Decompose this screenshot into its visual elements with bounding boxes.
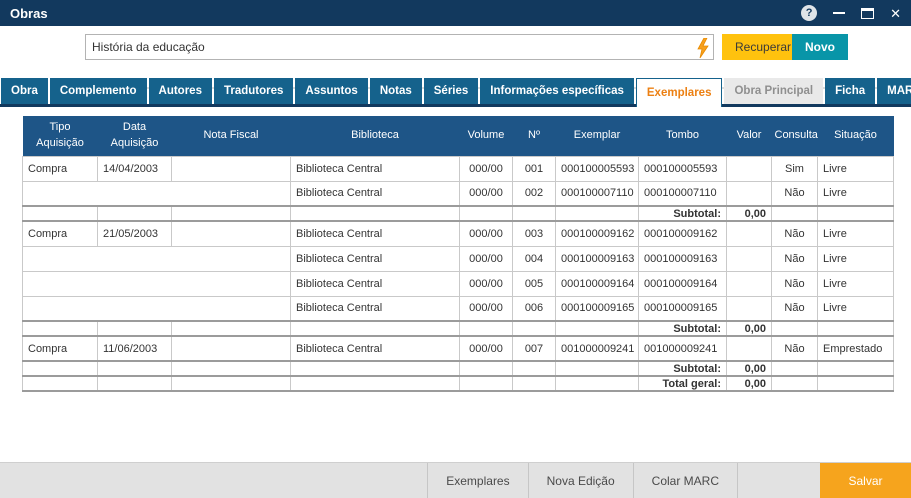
subtotal-value: 0,00 xyxy=(727,361,772,376)
tab-obra[interactable]: Obra xyxy=(1,78,48,104)
table-row[interactable]: Compra 11/06/2003 Biblioteca Central 000… xyxy=(23,336,894,361)
salvar-button[interactable]: Salvar xyxy=(820,463,911,498)
subtotal-value: 0,00 xyxy=(727,206,772,221)
table-row[interactable]: Biblioteca Central 000/00 004 0001000091… xyxy=(23,246,894,271)
tab-tradutores[interactable]: Tradutores xyxy=(214,78,293,104)
novo-button[interactable]: Novo xyxy=(792,34,848,60)
column-header-situacao: Situação xyxy=(818,116,894,156)
total-geral-label: Total geral: xyxy=(639,376,727,391)
lightning-icon[interactable] xyxy=(696,38,710,58)
tab-autores[interactable]: Autores xyxy=(149,78,212,104)
search-box xyxy=(85,34,714,60)
subtotal-label: Subtotal: xyxy=(639,361,727,376)
column-header-biblioteca: Biblioteca xyxy=(291,116,460,156)
maximize-icon[interactable] xyxy=(861,8,874,19)
tab-exemplares[interactable]: Exemplares xyxy=(636,78,723,107)
tab-complemento[interactable]: Complemento xyxy=(50,78,147,104)
subtotal-row: Subtotal: 0,00 xyxy=(23,321,894,336)
titlebar: Obras ? ✕ xyxy=(0,0,911,26)
tab-marc[interactable]: MARC xyxy=(877,78,911,104)
total-geral-row: Total geral: 0,00 xyxy=(23,376,894,391)
subtotal-label: Subtotal: xyxy=(639,321,727,336)
exemplares-button[interactable]: Exemplares xyxy=(427,463,527,498)
column-header-volume: Volume xyxy=(460,116,513,156)
tab-obra-principal[interactable]: Obra Principal xyxy=(724,78,823,104)
search-input[interactable] xyxy=(86,35,686,59)
column-header-tombo: Tombo xyxy=(639,116,727,156)
column-header-numero: Nº xyxy=(513,116,556,156)
footer-bar: Exemplares Nova Edição Colar MARC Salvar xyxy=(0,462,911,498)
tab-bar: Obra Complemento Autores Tradutores Assu… xyxy=(0,78,911,107)
total-geral-value: 0,00 xyxy=(727,376,772,391)
table-header-row: Tipo Aquisição Data Aquisição Nota Fisca… xyxy=(23,116,894,156)
minimize-icon[interactable] xyxy=(833,12,845,14)
footer-gap xyxy=(738,463,820,498)
help-icon[interactable]: ? xyxy=(801,5,817,21)
subtotal-row: Subtotal: 0,00 xyxy=(23,361,894,376)
subtotal-value: 0,00 xyxy=(727,321,772,336)
exemplares-grid: Tipo Aquisição Data Aquisição Nota Fisca… xyxy=(22,116,911,392)
colar-marc-button[interactable]: Colar MARC xyxy=(633,463,738,498)
obras-window: Obras ? ✕ Recuperar Novo Obra Complement… xyxy=(0,0,911,498)
window-title: Obras xyxy=(10,6,48,21)
tab-ficha[interactable]: Ficha xyxy=(825,78,875,104)
table-row[interactable]: Compra 21/05/2003 Biblioteca Central 000… xyxy=(23,221,894,246)
column-header-consulta: Consulta xyxy=(772,116,818,156)
table-row[interactable]: Compra 14/04/2003 Biblioteca Central 000… xyxy=(23,156,894,181)
column-header-nota-fiscal: Nota Fiscal xyxy=(172,116,291,156)
tab-series[interactable]: Séries xyxy=(424,78,479,104)
column-header-data-aquisicao: Data Aquisição xyxy=(98,116,172,156)
tab-informacoes-especificas[interactable]: Informações específicas xyxy=(480,78,634,104)
subtotal-label: Subtotal: xyxy=(639,206,727,221)
tab-assuntos[interactable]: Assuntos xyxy=(295,78,367,104)
close-icon[interactable]: ✕ xyxy=(890,7,901,20)
table-row[interactable]: Biblioteca Central 000/00 006 0001000091… xyxy=(23,296,894,321)
nova-edicao-button[interactable]: Nova Edição xyxy=(528,463,633,498)
search-row: Recuperar Novo xyxy=(0,26,911,62)
window-controls: ? ✕ xyxy=(801,5,901,21)
table-row[interactable]: Biblioteca Central 000/00 002 0001000071… xyxy=(23,181,894,206)
column-header-tipo-aquisicao: Tipo Aquisição xyxy=(23,116,98,156)
tab-notas[interactable]: Notas xyxy=(370,78,422,104)
column-header-exemplar: Exemplar xyxy=(556,116,639,156)
column-header-valor: Valor xyxy=(727,116,772,156)
table-row[interactable]: Biblioteca Central 000/00 005 0001000091… xyxy=(23,271,894,296)
subtotal-row: Subtotal: 0,00 xyxy=(23,206,894,221)
